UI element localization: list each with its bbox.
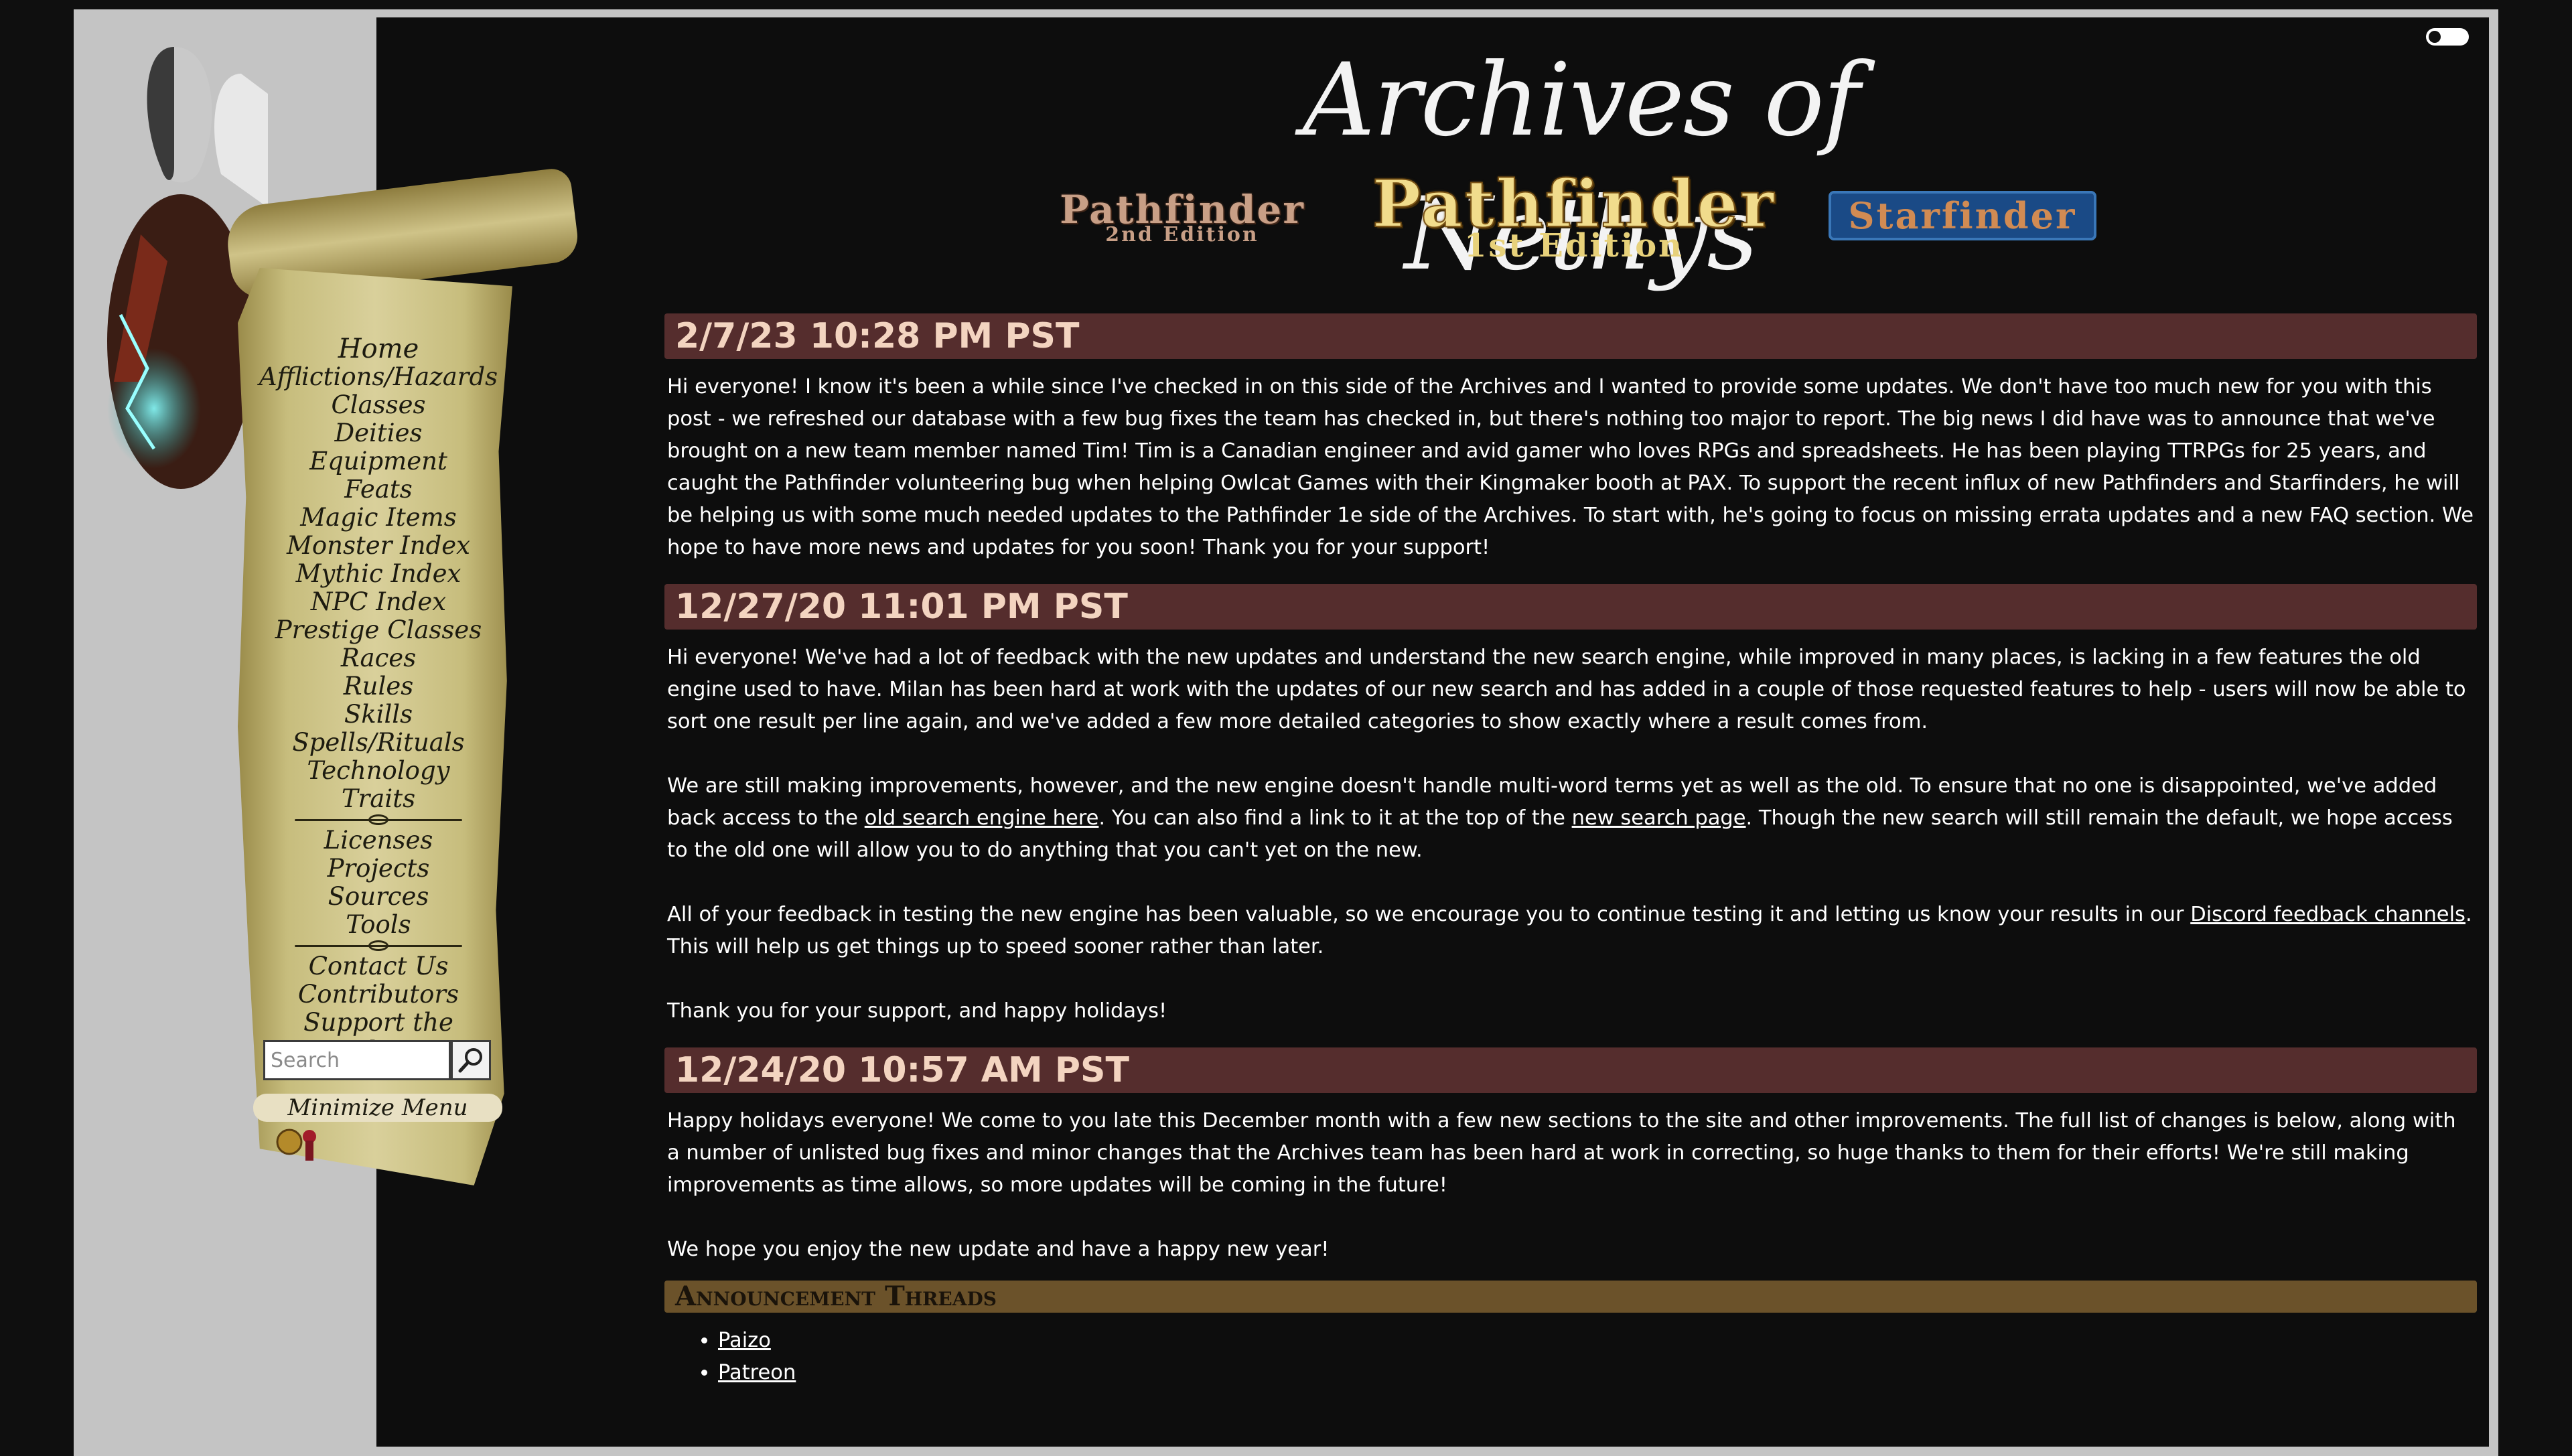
- old-search-engine-link[interactable]: old search engine here: [865, 806, 1099, 830]
- nav-item-sources[interactable]: Sources: [328, 883, 429, 911]
- post-body: We are still making improvements, howeve…: [664, 770, 2477, 867]
- nav-divider: [295, 939, 462, 952]
- nav-item-races[interactable]: Races: [341, 644, 416, 672]
- new-search-page-link[interactable]: new search page: [1572, 806, 1746, 830]
- nav-item-monster-index[interactable]: Monster Index: [287, 532, 470, 560]
- starfinder-logo[interactable]: Starfinder: [1829, 190, 2096, 241]
- post-text: . You can also find a link to it at the …: [1098, 806, 1572, 830]
- post-date-heading: 12/24/20 10:57 AM PST: [664, 1047, 2477, 1093]
- nav-item-afflictions-hazards[interactable]: Afflictions/Hazards: [259, 363, 498, 391]
- nav-item-home[interactable]: Home: [338, 335, 419, 363]
- magnifier-icon: [458, 1048, 482, 1073]
- paizo-link[interactable]: Paizo: [718, 1329, 771, 1352]
- nav-item-feats[interactable]: Feats: [344, 476, 412, 504]
- theme-toggle[interactable]: [2426, 28, 2469, 46]
- announcement-list: Paizo Patreon: [664, 1325, 2477, 1389]
- post-body: Thank you for your support, and happy ho…: [667, 999, 1167, 1023]
- nav-item-traits[interactable]: Traits: [342, 785, 415, 813]
- post-body: We hope you enjoy the new update and hav…: [667, 1238, 1330, 1261]
- nav-item-mythic-index[interactable]: Mythic Index: [296, 560, 461, 588]
- search-form: [263, 1040, 491, 1083]
- post-text: All of your feedback in testing the new …: [667, 903, 2191, 926]
- post-body: Hi everyone! I know it's been a while si…: [667, 375, 2474, 559]
- list-item: Patreon: [718, 1357, 2477, 1389]
- list-item: Paizo: [718, 1325, 2477, 1357]
- nav-item-tools[interactable]: Tools: [346, 911, 411, 939]
- discord-feedback-link[interactable]: Discord feedback channels: [2190, 903, 2466, 926]
- nav-item-skills[interactable]: Skills: [344, 701, 413, 729]
- toggle-knob: [2429, 31, 2441, 43]
- post-body: All of your feedback in testing the new …: [664, 899, 2477, 963]
- search-input[interactable]: [263, 1040, 451, 1080]
- nav-item-technology[interactable]: Technology: [307, 757, 449, 785]
- wax-seal-icon: [276, 1129, 316, 1161]
- nav-divider: [295, 813, 462, 826]
- pathfinder-1e-logo[interactable]: Pathfinder 1st Edition: [1366, 163, 1782, 271]
- nav-item-equipment[interactable]: Equipment: [309, 447, 447, 476]
- page-frame-right: [2489, 9, 2497, 1456]
- post-body: Hi everyone! We've had a lot of feedback…: [667, 646, 2466, 733]
- nav-item-contact-us[interactable]: Contact Us: [309, 952, 449, 980]
- post-date-heading: 2/7/23 10:28 PM PST: [664, 313, 2477, 359]
- nav-item-licenses[interactable]: Licenses: [324, 826, 433, 855]
- sf-logo-line1: Starfinder: [1829, 191, 2096, 240]
- nav-item-rules[interactable]: Rules: [344, 672, 413, 701]
- nav-item-contributors[interactable]: Contributors: [298, 980, 459, 1009]
- nav-item-projects[interactable]: Projects: [328, 855, 430, 883]
- nav-item-npc-index[interactable]: NPC Index: [311, 588, 446, 616]
- pf1-logo-line2: 1st Edition: [1463, 227, 1684, 265]
- post-date-heading: 12/27/20 11:01 PM PST: [664, 584, 2477, 630]
- site-title[interactable]: Archives of Nethys: [1139, 33, 2023, 293]
- main-content: 2/7/23 10:28 PM PST Hi everyone! I know …: [664, 313, 2477, 1389]
- sidebar-nav: Home Afflictions/Hazards Classes Deities…: [255, 335, 502, 1065]
- pathfinder-2e-logo[interactable]: Pathfinder 2nd Edition: [1052, 181, 1313, 254]
- search-button[interactable]: [451, 1040, 491, 1080]
- nav-item-classes[interactable]: Classes: [331, 391, 425, 419]
- minimize-menu-button[interactable]: Minimize Menu: [253, 1094, 502, 1122]
- patreon-link[interactable]: Patreon: [718, 1361, 796, 1384]
- pf2-logo-line2: 2nd Edition: [1105, 223, 1259, 246]
- announcement-threads-heading: Announcement Threads: [664, 1281, 2477, 1313]
- nav-item-spells-rituals[interactable]: Spells/Rituals: [292, 729, 464, 757]
- post-body: Happy holidays everyone! We come to you …: [667, 1109, 2456, 1197]
- nav-item-deities[interactable]: Deities: [335, 419, 423, 447]
- nav-item-magic-items[interactable]: Magic Items: [300, 504, 456, 532]
- nav-item-prestige-classes[interactable]: Prestige Classes: [275, 616, 482, 644]
